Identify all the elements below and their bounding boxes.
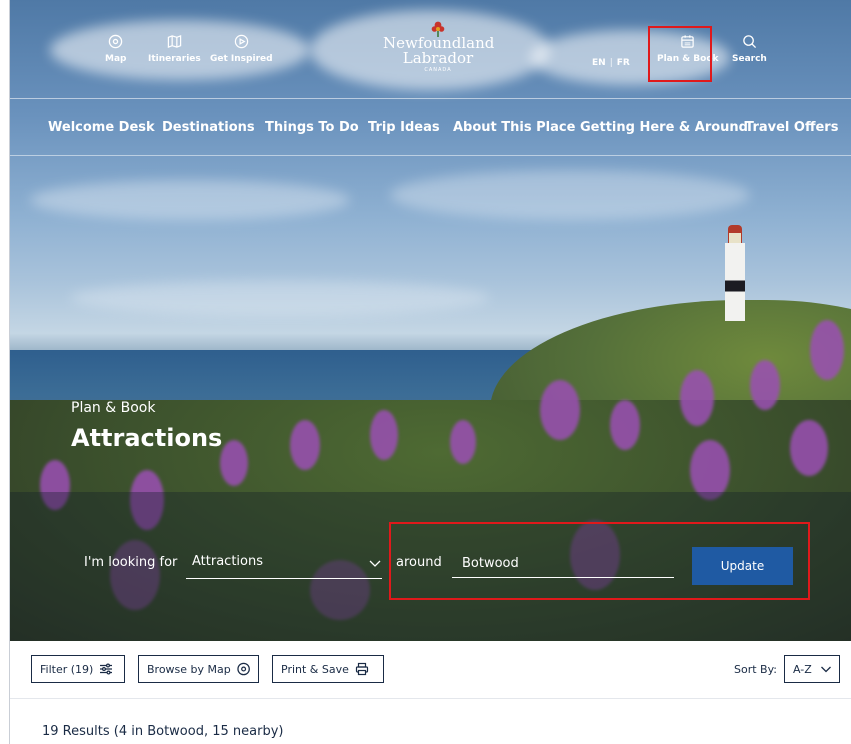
logo-text-canada: CANADA bbox=[424, 67, 452, 73]
get-inspired-link[interactable]: Get Inspired bbox=[210, 34, 273, 64]
map-link[interactable]: Map bbox=[105, 34, 126, 64]
print-save-label: Print & Save bbox=[281, 662, 349, 676]
left-window-edge bbox=[0, 0, 10, 744]
category-select-value: Attractions bbox=[192, 554, 263, 569]
nav-trip-ideas[interactable]: Trip Ideas bbox=[368, 120, 440, 135]
browse-by-map-label: Browse by Map bbox=[147, 662, 231, 676]
sliders-icon bbox=[100, 663, 113, 675]
folded-map-icon bbox=[167, 34, 182, 49]
nav-destinations[interactable]: Destinations bbox=[162, 120, 255, 135]
page-frame: Map Itineraries Get Inspired Newfoundlan… bbox=[10, 0, 851, 744]
page-title: Attractions bbox=[71, 424, 223, 452]
map-pin-icon bbox=[237, 662, 250, 676]
nav-things-to-do[interactable]: Things To Do bbox=[265, 120, 359, 135]
logo-text-labrador: Labrador bbox=[402, 49, 474, 67]
nav-travel-offers[interactable]: Travel Offers bbox=[745, 120, 838, 135]
lang-en-link[interactable]: EN bbox=[592, 58, 606, 68]
site-logo[interactable]: Newfoundland Labrador CANADA bbox=[383, 20, 494, 90]
get-inspired-label: Get Inspired bbox=[210, 54, 273, 64]
search-highlight-box bbox=[389, 522, 810, 600]
hero-eyebrow: Plan & Book bbox=[71, 400, 156, 416]
browse-by-map-button[interactable]: Browse by Map bbox=[138, 655, 259, 683]
nav-getting-here-around[interactable]: Getting Here & Around bbox=[580, 120, 748, 135]
filter-button-label: Filter (19) bbox=[40, 662, 94, 676]
itineraries-label: Itineraries bbox=[148, 54, 201, 64]
itineraries-link[interactable]: Itineraries bbox=[148, 34, 201, 64]
search-link[interactable]: Search bbox=[732, 34, 767, 64]
map-label: Map bbox=[105, 54, 127, 64]
nav-about-this-place[interactable]: About This Place bbox=[453, 120, 575, 135]
map-pin-icon bbox=[108, 34, 123, 49]
main-navigation: Welcome Desk Destinations Things To Do T… bbox=[10, 99, 851, 156]
printer-icon bbox=[355, 662, 368, 676]
lighthouse-image bbox=[724, 225, 746, 325]
category-select[interactable]: Attractions bbox=[186, 550, 382, 579]
plan-book-highlight-box bbox=[648, 26, 712, 82]
results-toolbar: Filter (19) Browse by Map Print & Save S… bbox=[10, 641, 851, 699]
nav-welcome-desk[interactable]: Welcome Desk bbox=[48, 120, 155, 135]
top-utility-bar: Map Itineraries Get Inspired Newfoundlan… bbox=[10, 0, 851, 99]
language-switcher: EN | FR bbox=[592, 58, 630, 68]
lang-fr-link[interactable]: FR bbox=[617, 58, 630, 68]
chevron-down-icon bbox=[820, 666, 831, 673]
sort-by-label: Sort By: bbox=[734, 663, 778, 676]
chevron-down-icon bbox=[369, 560, 381, 567]
sort-select[interactable]: A-Z bbox=[784, 655, 840, 683]
filter-button[interactable]: Filter (19) bbox=[31, 655, 125, 683]
search-label: Search bbox=[732, 54, 767, 64]
sort-select-value: A-Z bbox=[793, 662, 812, 676]
results-summary: 19 Results (4 in Botwood, 15 nearby) bbox=[42, 724, 284, 739]
search-icon bbox=[743, 35, 756, 49]
print-save-button[interactable]: Print & Save bbox=[272, 655, 384, 683]
looking-for-label: I'm looking for bbox=[84, 555, 178, 570]
play-circle-icon bbox=[234, 34, 248, 49]
